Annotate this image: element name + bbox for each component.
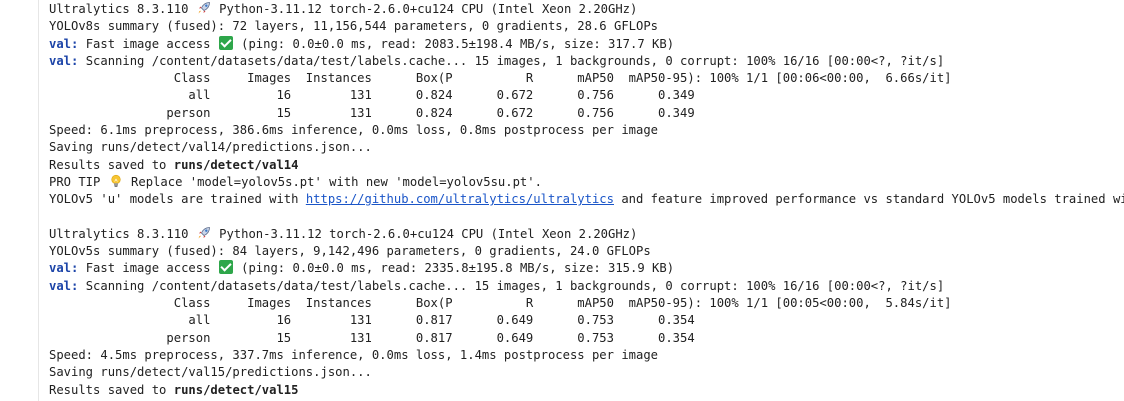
run1-env: Python-3.11.12 torch-2.6.0+cu124 CPU (In… bbox=[219, 2, 638, 16]
cell-output-area: Ultralytics 8.3.110 Python-3.11.12 torch… bbox=[0, 0, 1124, 401]
run2-results-prefix: Results saved to bbox=[49, 382, 174, 397]
run1-scan-line: val: Scanning /content/datasets/data/tes… bbox=[49, 53, 1124, 70]
run2-speed: Speed: 4.5ms preprocess, 337.7ms inferen… bbox=[49, 347, 659, 362]
output-gutter bbox=[38, 0, 39, 401]
check-mark-icon bbox=[218, 35, 233, 50]
run1-saving: Saving runs/detect/val14/predictions.jso… bbox=[49, 140, 372, 155]
run1-summary: YOLOv8s summary (fused): 72 layers, 11,1… bbox=[49, 19, 659, 34]
run1-val-label: val: bbox=[49, 36, 79, 51]
run1-results-prefix: Results saved to bbox=[49, 157, 174, 172]
run1-results-path: runs/detect/val14 bbox=[173, 157, 299, 172]
run2-table-header: Class Images Instances Box(P R mAP50 mAP… bbox=[49, 296, 952, 311]
run1-table-header: Class Images Instances Box(P R mAP50 mAP… bbox=[49, 71, 952, 86]
rocket-icon bbox=[198, 226, 210, 239]
run1-access-line: val: Fast image access (ping: 0.0±0.0 ms… bbox=[49, 35, 1124, 53]
run2-access-b: (ping: 0.0±0.0 ms, read: 2335.8±195.8 MB… bbox=[233, 261, 675, 276]
console-output: Ultralytics 8.3.110 Python-3.11.12 torch… bbox=[49, 1, 1124, 399]
run1-header: Ultralytics 8.3.110 bbox=[49, 2, 189, 16]
run1-row-all: all 16 131 0.824 0.672 0.756 0.349 bbox=[49, 88, 695, 103]
run1-scan: Scanning /content/datasets/data/test/lab… bbox=[78, 53, 945, 68]
run1-yolo-note-a: YOLOv5 'u' models are trained with bbox=[49, 192, 306, 207]
run1-access-b: (ping: 0.0±0.0 ms, read: 2083.5±198.4 MB… bbox=[233, 36, 675, 51]
run1-row-person: person 15 131 0.824 0.672 0.756 0.349 bbox=[49, 105, 695, 120]
ultralytics-github-link[interactable]: https://github.com/ultralytics/ultralyti… bbox=[306, 192, 614, 206]
light-bulb-icon bbox=[111, 174, 121, 187]
run1-access-a: Fast image access bbox=[78, 36, 218, 51]
run2-val-label: val: bbox=[49, 261, 79, 276]
run2-access-line: val: Fast image access (ping: 0.0±0.0 ms… bbox=[49, 260, 1124, 277]
run2-saving: Saving runs/detect/val15/predictions.jso… bbox=[49, 365, 372, 380]
rocket-icon bbox=[198, 2, 210, 14]
run2-results-line: Results saved to runs/detect/val15 bbox=[49, 382, 1124, 399]
run1-scan-val-label: val: bbox=[49, 53, 79, 68]
run2-header-line: Ultralytics 8.3.110 Python-3.11.12 torch… bbox=[49, 226, 1124, 243]
run2-env: Python-3.11.12 torch-2.6.0+cu124 CPU (In… bbox=[219, 226, 638, 241]
run1-protip-line: PRO TIP Replace 'model=yolov5s.pt' with … bbox=[49, 174, 1124, 191]
run1-protip-a: PRO TIP bbox=[49, 174, 108, 189]
run1-yolo-note-line: YOLOv5 'u' models are trained with https… bbox=[49, 191, 1124, 208]
run2-scan-line: val: Scanning /content/datasets/data/tes… bbox=[49, 278, 1124, 295]
run1-yolo-note-b: and feature improved performance vs stan… bbox=[614, 192, 1124, 207]
run2-row-all: all 16 131 0.817 0.649 0.753 0.354 bbox=[49, 313, 695, 328]
run2-access-a: Fast image access bbox=[78, 261, 218, 276]
run2-row-person: person 15 131 0.817 0.649 0.753 0.354 bbox=[49, 330, 695, 345]
run2-summary: YOLOv5s summary (fused): 84 layers, 9,14… bbox=[49, 244, 651, 259]
run2-header: Ultralytics 8.3.110 bbox=[49, 226, 189, 241]
run1-protip-b: Replace 'model=yolov5s.pt' with new 'mod… bbox=[123, 174, 542, 189]
run2-results-path: runs/detect/val15 bbox=[173, 382, 299, 397]
check-mark-icon bbox=[218, 260, 233, 275]
run2-scan: Scanning /content/datasets/data/test/lab… bbox=[78, 278, 945, 293]
run2-scan-val-label: val: bbox=[49, 278, 79, 293]
run1-speed: Speed: 6.1ms preprocess, 386.6ms inferen… bbox=[49, 123, 659, 138]
run1-results-line: Results saved to runs/detect/val14 bbox=[49, 157, 1124, 174]
run1-header-line: Ultralytics 8.3.110 Python-3.11.12 torch… bbox=[49, 1, 1124, 18]
